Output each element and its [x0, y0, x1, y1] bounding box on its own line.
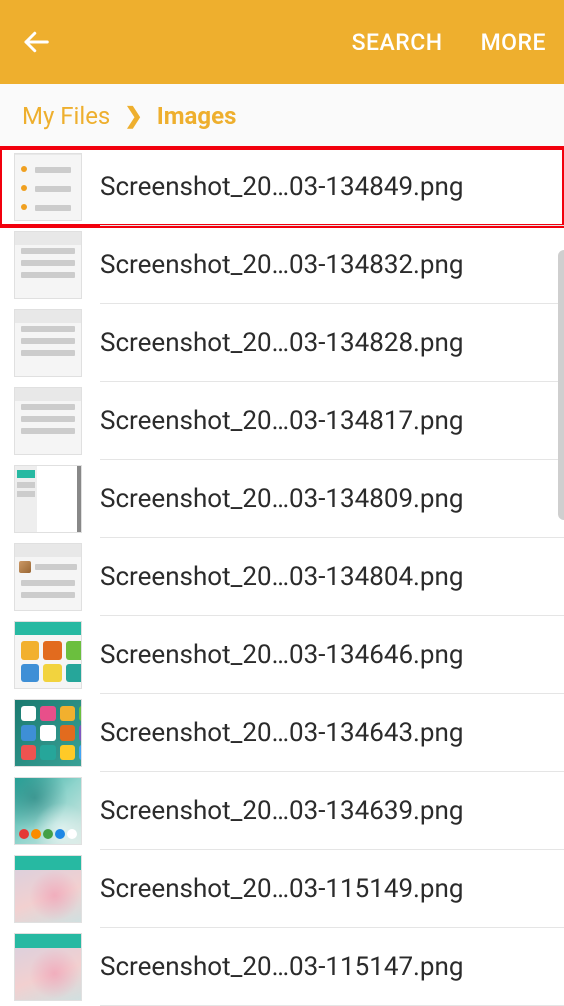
file-name: Screenshot_20…03-134643.png: [100, 718, 564, 748]
file-thumbnail: [14, 699, 82, 767]
back-button[interactable]: [12, 18, 60, 66]
file-list: Screenshot_20…03-134849.png Screenshot_20…: [0, 148, 564, 1006]
file-thumbnail: [14, 777, 82, 845]
file-thumbnail: [14, 621, 82, 689]
file-row[interactable]: Screenshot_20…03-115147.png: [0, 928, 564, 1006]
file-name: Screenshot_20…03-134817.png: [100, 406, 564, 436]
file-row[interactable]: Screenshot_20…03-134804.png: [0, 538, 564, 616]
file-name: Screenshot_20…03-115147.png: [100, 952, 564, 982]
toolbar: SEARCH MORE: [0, 0, 564, 84]
file-row[interactable]: Screenshot_20…03-134849.png: [0, 148, 564, 226]
row-divider: [100, 225, 564, 226]
file-thumbnail: [14, 465, 82, 533]
file-name: Screenshot_20…03-115149.png: [100, 874, 564, 904]
file-name: Screenshot_20…03-134809.png: [100, 484, 564, 514]
file-name: Screenshot_20…03-134639.png: [100, 796, 564, 826]
file-name: Screenshot_20…03-134646.png: [100, 640, 564, 670]
back-arrow-icon: [21, 27, 51, 57]
file-row[interactable]: Screenshot_20…03-134828.png: [0, 304, 564, 382]
file-row[interactable]: Screenshot_20…03-134639.png: [0, 772, 564, 850]
file-name: Screenshot_20…03-134849.png: [100, 172, 564, 202]
file-row[interactable]: Screenshot_20…03-115149.png: [0, 850, 564, 928]
file-thumbnail: [14, 855, 82, 923]
file-name: Screenshot_20…03-134804.png: [100, 562, 564, 592]
file-thumbnail: [14, 543, 82, 611]
file-name: Screenshot_20…03-134832.png: [100, 250, 564, 280]
file-row[interactable]: Screenshot_20…03-134643.png: [0, 694, 564, 772]
file-thumbnail: [14, 933, 82, 1001]
breadcrumb-current: Images: [157, 102, 237, 130]
file-row[interactable]: Screenshot_20…03-134832.png: [0, 226, 564, 304]
file-thumbnail: [14, 153, 82, 221]
search-action[interactable]: SEARCH: [352, 29, 443, 56]
file-row[interactable]: Screenshot_20…03-134809.png: [0, 460, 564, 538]
breadcrumb-root[interactable]: My Files: [22, 102, 110, 130]
file-name: Screenshot_20…03-134828.png: [100, 328, 564, 358]
file-thumbnail: [14, 387, 82, 455]
scroll-indicator[interactable]: [558, 250, 564, 520]
file-thumbnail: [14, 309, 82, 377]
chevron-right-icon: ❯: [124, 104, 142, 129]
file-row[interactable]: Screenshot_20…03-134817.png: [0, 382, 564, 460]
file-thumbnail: [14, 231, 82, 299]
more-action[interactable]: MORE: [481, 29, 546, 56]
breadcrumb: My Files ❯ Images: [0, 84, 564, 148]
file-row[interactable]: Screenshot_20…03-134646.png: [0, 616, 564, 694]
